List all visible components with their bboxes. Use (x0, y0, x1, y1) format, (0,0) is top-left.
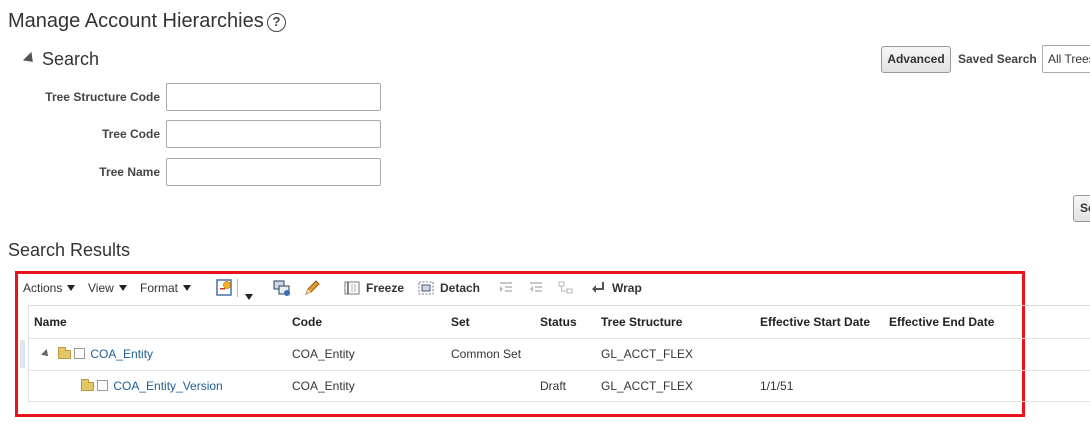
header-divider (28, 338, 1090, 339)
table-row[interactable]: COA_Entity (41, 347, 153, 361)
caret-down-icon (67, 285, 76, 291)
saved-search-select[interactable]: All Trees (1042, 45, 1090, 73)
row-checkbox[interactable] (74, 348, 85, 359)
expand-triangle-icon[interactable] (41, 349, 51, 359)
row-divider (28, 401, 1090, 402)
row-start-date: 1/1/51 (760, 379, 794, 393)
search-header-label: Search (42, 49, 100, 69)
detach-icon (418, 281, 434, 295)
tree-name-label: Tree Name (99, 165, 160, 179)
indent-icon[interactable] (498, 280, 514, 301)
row-code: COA_Entity (292, 379, 355, 393)
column-header-tree-structure[interactable]: Tree Structure (601, 315, 682, 329)
caret-down-icon (118, 285, 127, 291)
view-label: View (88, 281, 114, 295)
saved-search-label: Saved Search (958, 52, 1037, 66)
outdent-icon[interactable] (528, 280, 544, 301)
row-selection-marker (20, 340, 25, 368)
column-header-status[interactable]: Status (540, 315, 577, 329)
help-icon[interactable]: ? (267, 13, 286, 32)
collapse-triangle-icon (22, 51, 38, 67)
page-title: Manage Account Hierarchies (8, 10, 264, 32)
detach-label: Detach (440, 281, 481, 295)
column-header-set[interactable]: Set (451, 315, 470, 329)
column-header-effective-end-date[interactable]: Effective End Date (889, 315, 994, 329)
freeze-button[interactable]: Freeze (344, 281, 404, 295)
search-results-title: Search Results (8, 240, 131, 260)
row-tree-structure: GL_ACCT_FLEX (601, 347, 694, 361)
format-label: Format (140, 281, 179, 295)
column-header-code[interactable]: Code (292, 315, 322, 329)
tree-structure-code-label: Tree Structure Code (45, 90, 160, 104)
duplicate-icon[interactable] (273, 279, 291, 302)
view-menu[interactable]: View (88, 281, 127, 295)
detach-button[interactable]: Detach (418, 281, 480, 295)
row-divider (28, 370, 1090, 371)
folder-icon (58, 347, 71, 359)
tree-code-input[interactable] (166, 120, 381, 148)
freeze-icon (344, 281, 360, 295)
table-left-border (28, 305, 29, 401)
row-checkbox[interactable] (97, 380, 108, 391)
wrap-icon (592, 282, 604, 293)
tree-name-input[interactable] (166, 158, 381, 186)
row-set: Common Set (451, 347, 522, 361)
actions-label: Actions (23, 281, 63, 295)
actions-menu[interactable]: Actions (23, 281, 76, 295)
tree-version-link[interactable]: COA_Entity_Version (113, 379, 222, 393)
wrap-button[interactable]: Wrap (590, 281, 642, 295)
column-header-name[interactable]: Name (34, 315, 67, 329)
table-top-border (28, 305, 1090, 306)
search-button[interactable]: Search (1073, 195, 1090, 222)
search-section-header[interactable]: Search (22, 49, 100, 70)
column-header-effective-start-date[interactable]: Effective Start Date (760, 315, 870, 329)
create-icon[interactable] (216, 279, 234, 302)
tree-code-label: Tree Code (101, 127, 160, 141)
row-code: COA_Entity (292, 347, 355, 361)
tree-name-link[interactable]: COA_Entity (90, 347, 153, 361)
tree-structure-code-input[interactable] (166, 83, 381, 111)
freeze-label: Freeze (366, 281, 405, 295)
hierarchy-icon[interactable] (558, 280, 574, 301)
wrap-label: Wrap (612, 281, 642, 295)
toolbar-separator (237, 279, 238, 297)
advanced-button[interactable]: Advanced (881, 46, 951, 73)
row-tree-structure: GL_ACCT_FLEX (601, 379, 694, 393)
edit-pencil-icon[interactable] (303, 279, 321, 302)
table-row[interactable]: COA_Entity_Version (81, 379, 223, 393)
create-dropdown-icon[interactable] (245, 287, 253, 305)
folder-icon (81, 379, 94, 391)
caret-down-icon (183, 285, 192, 291)
format-menu[interactable]: Format (140, 281, 192, 295)
row-status: Draft (540, 379, 567, 393)
